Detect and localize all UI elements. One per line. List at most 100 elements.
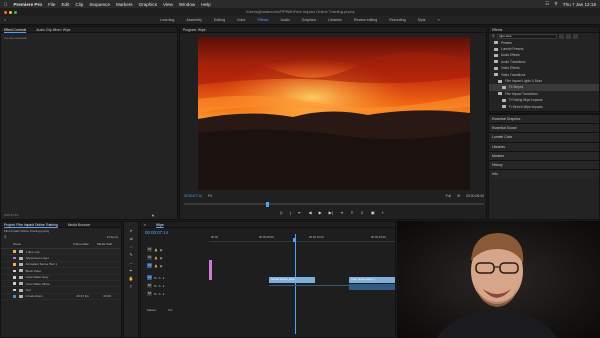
search-icon[interactable]: ⚲: [554, 1, 557, 7]
mark-in-icon[interactable]: ▷: [280, 210, 283, 215]
lock-icon[interactable]: 🔒: [154, 248, 158, 252]
col-media-start[interactable]: Media Start: [97, 242, 112, 246]
mic-icon[interactable]: ●: [163, 276, 165, 280]
workspace-effects[interactable]: Effects: [258, 18, 269, 22]
col-name[interactable]: Name: [13, 242, 73, 246]
eye-icon[interactable]: ◉: [160, 264, 163, 268]
yuv-filter-icon[interactable]: [572, 34, 578, 39]
video-clip[interactable]: Sunset sunset_clock: [269, 277, 315, 283]
track-select-tool-icon[interactable]: ⇉: [128, 236, 134, 242]
solo-button[interactable]: S: [159, 292, 161, 296]
tab-project[interactable]: Project: Film Impact Online Training: [4, 223, 58, 227]
clock[interactable]: Thu 7 Jan 12:18: [563, 2, 596, 7]
track-target[interactable]: V2: [147, 255, 152, 260]
add-button-icon[interactable]: +: [382, 210, 384, 215]
filter-icon[interactable]: ▼: [151, 213, 155, 218]
type-tool-icon[interactable]: T: [128, 284, 134, 290]
menu-clip[interactable]: Clip: [75, 2, 83, 7]
workspace-color[interactable]: Color: [237, 18, 246, 22]
eye-icon[interactable]: ◉: [160, 256, 163, 260]
menu-window[interactable]: Window: [179, 2, 195, 7]
video-clip[interactable]: Time_lapse sunset_1: [349, 277, 395, 283]
workspace-style[interactable]: Style: [418, 18, 426, 22]
section-history[interactable]: History: [489, 159, 599, 170]
section-lumetri-color[interactable]: Lumetri Color: [489, 132, 599, 142]
accelerated-filter-icon[interactable]: [558, 34, 564, 39]
mark-out-icon[interactable]: |: [290, 210, 291, 215]
step-forward-icon[interactable]: ▶|: [329, 210, 333, 215]
track-v3[interactable]: V3 🔒 ◉: [141, 246, 162, 253]
workspace-learning[interactable]: Learning: [160, 18, 174, 22]
lock-icon[interactable]: 🔒: [154, 256, 158, 260]
menu-view[interactable]: View: [163, 2, 173, 7]
track-master[interactable]: Master 0,0: [141, 306, 172, 313]
quality-dropdown[interactable]: Full: [446, 194, 451, 198]
workspaces-more-icon[interactable]: »: [438, 18, 440, 22]
program-monitor-title[interactable]: Program: Wipe: [183, 28, 206, 32]
col-frame-rate[interactable]: Frame Rate: [73, 242, 97, 246]
workspace-graphics[interactable]: Graphics: [302, 18, 316, 22]
lock-icon[interactable]: 🔒: [154, 264, 158, 268]
hand-tool-icon[interactable]: ✋: [128, 276, 134, 282]
project-search-icon[interactable]: ⚲: [4, 235, 7, 239]
project-item[interactable]: Introductions 29,97 fps 00:00: [1, 294, 121, 301]
app-name[interactable]: Premiere Pro: [13, 2, 42, 7]
solo-button[interactable]: S: [159, 284, 161, 288]
section-essential-graphics[interactable]: Essential Graphics: [489, 114, 599, 124]
workspace-audio[interactable]: Audio: [280, 18, 289, 22]
menu-file[interactable]: File: [48, 2, 55, 7]
minimize-window-button[interactable]: [9, 10, 12, 14]
section-markers[interactable]: Markers: [489, 150, 599, 160]
tab-audio-clip-mixer[interactable]: Audio Clip Mixer: Wipe: [36, 28, 70, 32]
close-window-button[interactable]: [4, 10, 7, 14]
menu-markers[interactable]: Markers: [116, 2, 133, 7]
effects-panel-title[interactable]: Effects: [492, 28, 502, 32]
razor-tool-icon[interactable]: ✎: [128, 252, 134, 258]
go-to-out-icon[interactable]: ⇥: [340, 210, 343, 215]
menu-edit[interactable]: Edit: [61, 2, 69, 7]
menu-sequence[interactable]: Sequence: [89, 2, 110, 7]
track-target[interactable]: A2: [147, 283, 152, 288]
track-v1[interactable]: V1 🔒 ◉: [141, 262, 162, 269]
tab-sequence-wipe[interactable]: Wipe: [156, 223, 164, 227]
menu-help[interactable]: Help: [201, 2, 210, 7]
mute-button[interactable]: M: [154, 292, 157, 296]
play-icon[interactable]: ▶: [319, 210, 322, 215]
fit-dropdown[interactable]: Fit: [208, 194, 212, 198]
mic-icon[interactable]: ●: [163, 284, 165, 288]
timeline-timecode[interactable]: 00:00:07:14: [145, 230, 168, 235]
timeline-ruler[interactable]: 00:00 00:00:05:00 00:00:10:00 00:00:15:0…: [209, 234, 395, 242]
zoom-window-button[interactable]: [14, 10, 17, 14]
go-to-in-icon[interactable]: ⇤: [298, 210, 301, 215]
slip-tool-icon[interactable]: ↔: [128, 260, 134, 266]
mute-button[interactable]: M: [154, 276, 157, 280]
step-back-icon[interactable]: ◀: [308, 210, 311, 215]
wrench-icon[interactable]: ⚒: [457, 194, 460, 198]
eye-icon[interactable]: ◉: [160, 248, 163, 252]
workspace-editing[interactable]: Editing: [214, 18, 225, 22]
playhead-marker[interactable]: [266, 201, 269, 207]
apple-icon[interactable]: : [4, 2, 7, 7]
pen-tool-icon[interactable]: ✒: [128, 268, 134, 274]
track-v2[interactable]: V2 🔒 ◉: [141, 254, 162, 261]
ripple-edit-tool-icon[interactable]: ⇔: [128, 244, 134, 250]
audio-clip[interactable]: [349, 284, 395, 290]
extract-icon[interactable]: ⇩: [360, 210, 363, 215]
section-info[interactable]: Info: [489, 169, 599, 179]
track-target[interactable]: A1: [147, 275, 152, 280]
timeline-playhead-line[interactable]: [295, 234, 296, 334]
home-icon[interactable]: ⌂: [4, 18, 6, 22]
lift-icon[interactable]: ⇧: [350, 210, 353, 215]
32bit-filter-icon[interactable]: [565, 34, 571, 39]
track-target[interactable]: V1: [147, 263, 152, 268]
effects-search-input[interactable]: [496, 34, 557, 39]
effect-tree-item[interactable]: Fi Stretch Wipe Impacts: [489, 103, 599, 109]
workspace-review[interactable]: Review editing: [354, 18, 377, 22]
video-frame[interactable]: [198, 37, 470, 190]
workspace-recording[interactable]: Recording: [389, 18, 405, 22]
track-a1[interactable]: A1 M S ●: [141, 274, 164, 281]
track-target[interactable]: V3: [147, 247, 152, 252]
mute-button[interactable]: M: [154, 284, 157, 288]
solo-button[interactable]: S: [159, 276, 161, 280]
track-a2[interactable]: A2 M S ●: [141, 282, 164, 289]
